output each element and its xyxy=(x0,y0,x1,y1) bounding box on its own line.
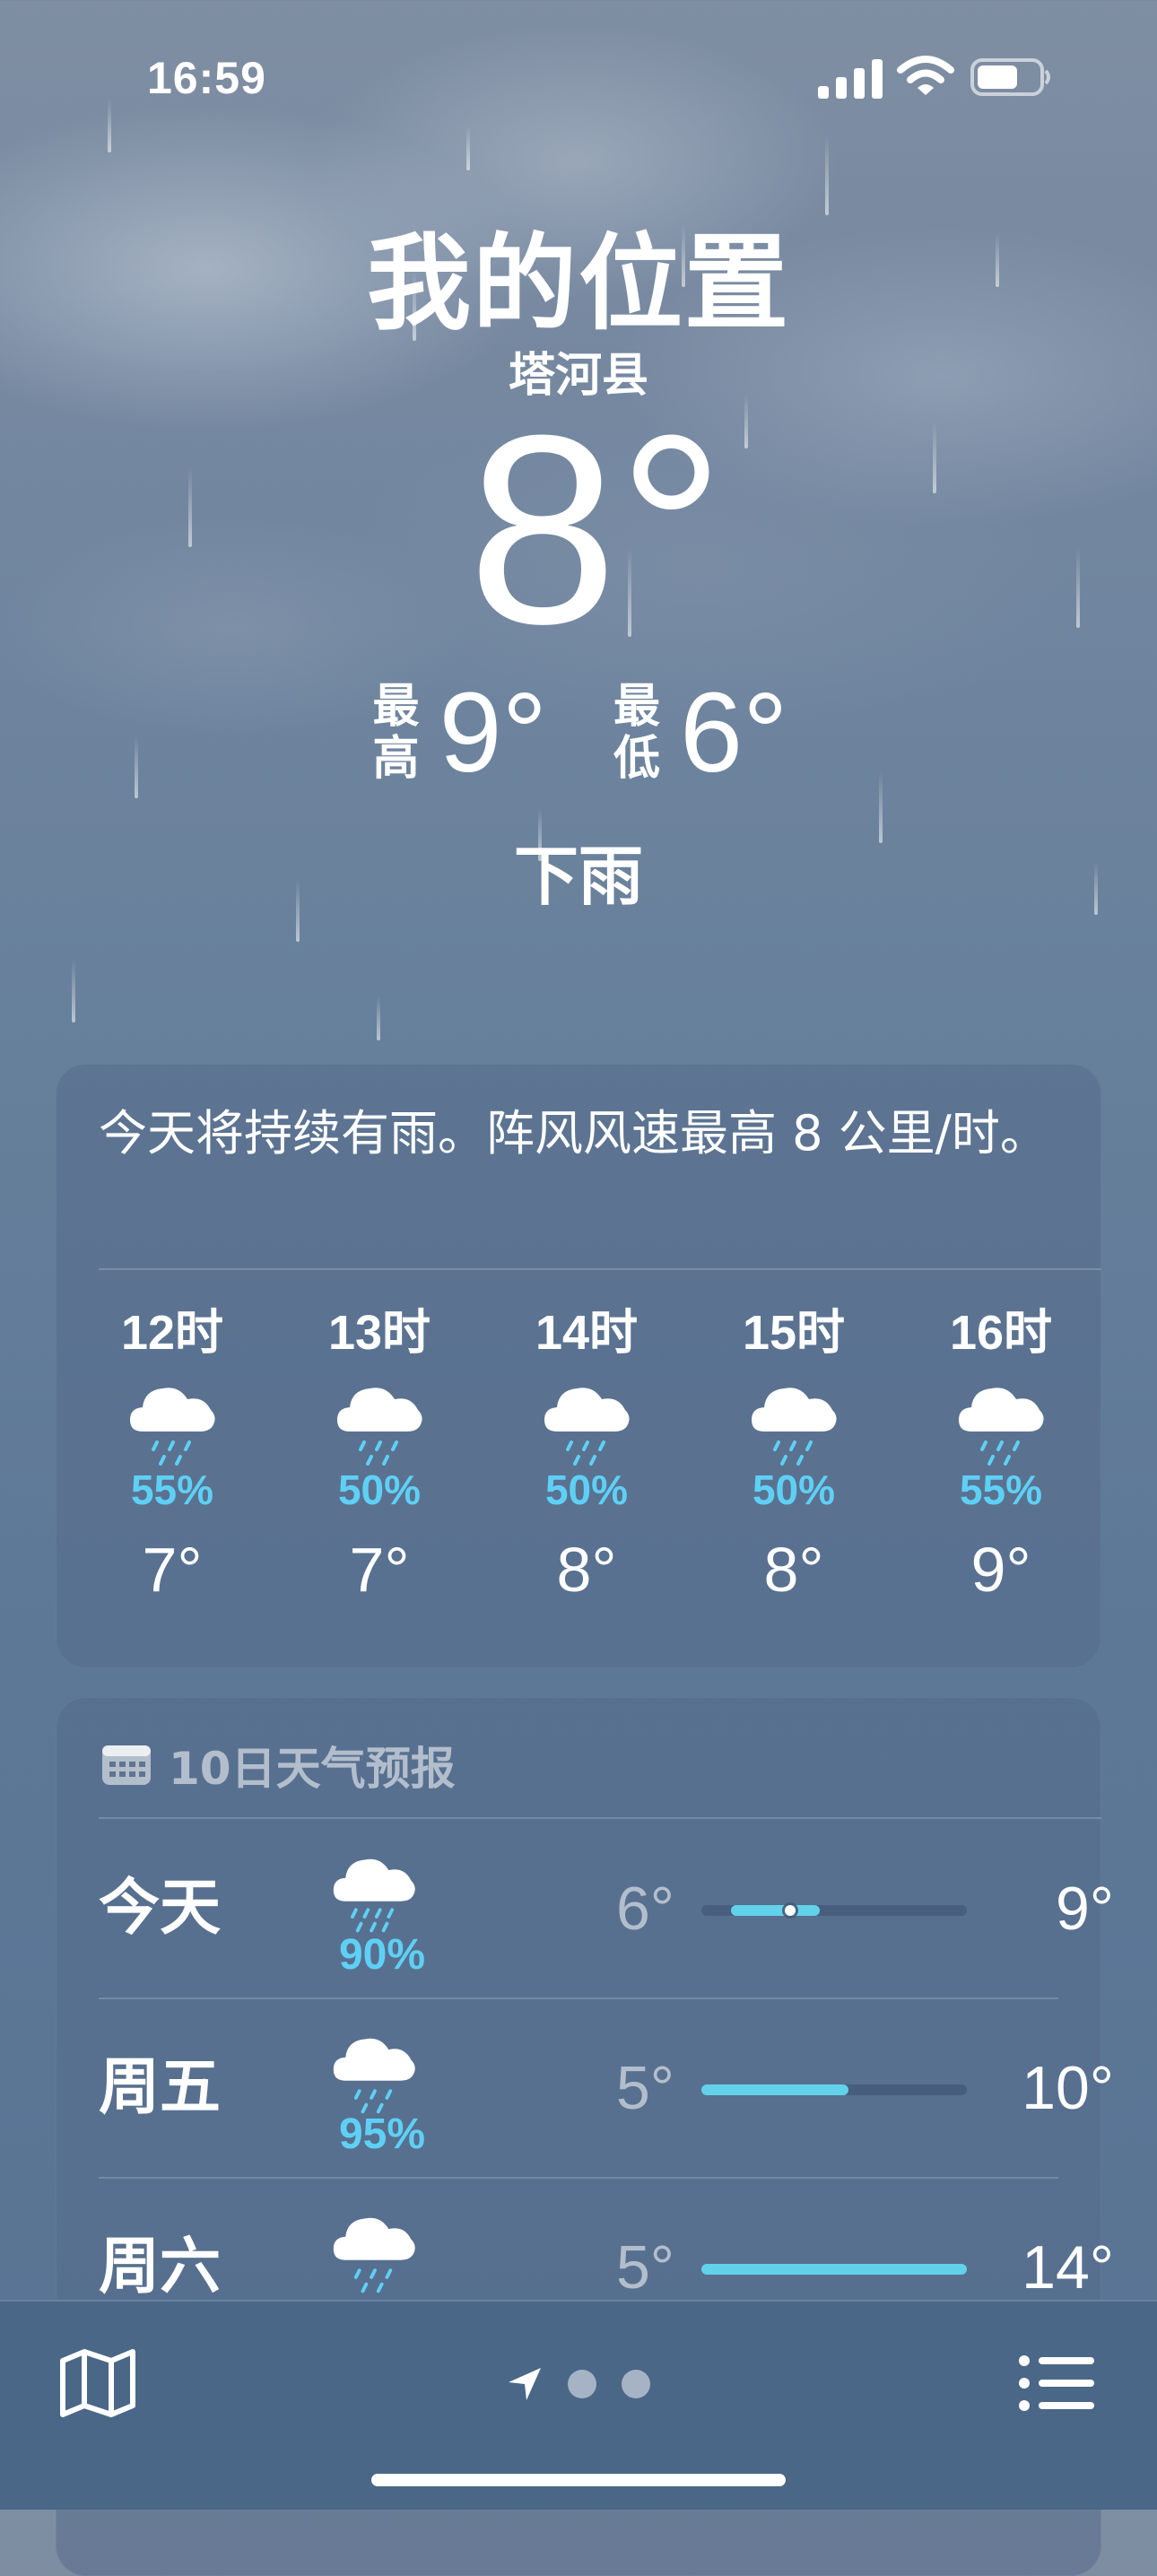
cellular-signal-icon xyxy=(818,57,883,99)
low-label: 最低 xyxy=(613,680,660,786)
low-value: 6° xyxy=(680,669,788,796)
high-value: 9° xyxy=(439,669,547,796)
temperature-range-fill xyxy=(701,2084,849,2095)
rain-cloud-icon xyxy=(337,1388,422,1466)
daily-row[interactable]: 今天 90% 6° 9° xyxy=(56,1819,1114,1999)
hour-column: 12时 55% 7° xyxy=(83,1299,262,1606)
hour-precip-chance: 50% xyxy=(544,1466,629,1513)
day-high-temp: 9° xyxy=(1055,1875,1114,1943)
high-label: 最高 xyxy=(372,680,420,786)
hourly-row[interactable]: 12时 55% 7° 13时 50% 7° 14时 50% 8° 15时 50% 8° 16时 55% 9° xyxy=(56,1299,1101,1658)
list-icon[interactable] xyxy=(1017,2352,1096,2415)
daily-forecast-title: 10日天气预报 xyxy=(169,1743,456,1795)
daily-forecast-header: 10日天气预报 xyxy=(100,1729,456,1801)
weather-condition: 下雨 xyxy=(513,839,643,914)
hour-label: 15时 xyxy=(742,1306,846,1360)
hour-label: 16时 xyxy=(949,1306,1053,1360)
page-indicator[interactable] xyxy=(0,2357,1157,2411)
hour-label: 14时 xyxy=(535,1306,639,1360)
rain-cloud-icon xyxy=(752,1388,837,1466)
hour-temperature: 7° xyxy=(142,1535,203,1605)
calendar-icon xyxy=(102,1745,151,1785)
location-arrow-icon[interactable] xyxy=(507,2366,543,2402)
hour-precip-chance: 50% xyxy=(337,1466,422,1513)
rain-cloud-icon xyxy=(959,1388,1044,1466)
status-time: 16:59 xyxy=(147,53,266,103)
hour-temperature: 8° xyxy=(763,1535,824,1605)
battery-icon xyxy=(970,58,1050,96)
hour-column: 13时 50% 7° xyxy=(290,1299,469,1606)
day-precip-chance: 90% xyxy=(338,1931,426,1979)
day-name: 今天 xyxy=(99,1873,222,1944)
rain-cloud-icon xyxy=(544,1388,630,1466)
day-high-temp: 10° xyxy=(1022,2054,1114,2122)
day-low-temp: 5° xyxy=(615,2054,674,2122)
hour-column: 14时 50% 8° xyxy=(497,1299,676,1606)
hour-precip-chance: 50% xyxy=(752,1466,836,1513)
location-title: 我的位置 xyxy=(367,223,790,344)
high-low-temperatures: 最高 9° 最低 6° xyxy=(0,674,1157,791)
hour-temperature: 8° xyxy=(556,1535,617,1605)
low-temp-group: 最低 6° xyxy=(610,674,787,791)
hour-precip-chance: 55% xyxy=(959,1466,1043,1513)
day-name: 周五 xyxy=(99,2052,222,2123)
current-temp-dot xyxy=(784,1905,796,1916)
day-low-temp: 6° xyxy=(615,1875,674,1943)
hour-column: 15时 50% 8° xyxy=(704,1299,883,1606)
hour-temperature: 7° xyxy=(349,1535,410,1605)
temperature-range-fill xyxy=(730,1905,820,1916)
status-bar: 16:59 xyxy=(0,0,1157,135)
hourly-summary: 今天将持续有雨。阵风风速最高 8 公里/时。 xyxy=(99,1105,1048,1162)
day-precip-chance: 95% xyxy=(338,2110,426,2158)
rain-cloud-icon xyxy=(333,2217,415,2293)
hour-column: 16时 55% 9° xyxy=(911,1299,1091,1606)
temperature-range-bar xyxy=(701,2084,967,2095)
hour-label: 12时 xyxy=(120,1306,224,1360)
hour-temperature: 9° xyxy=(970,1535,1031,1605)
card-divider xyxy=(99,1268,1101,1270)
temperature-range-fill xyxy=(701,2264,967,2275)
page-dot[interactable] xyxy=(622,2370,650,2398)
hour-label: 13时 xyxy=(327,1306,431,1360)
rain-cloud-icon xyxy=(130,1388,215,1466)
temperature-range-bar xyxy=(701,1905,967,1916)
daily-row[interactable]: 周五 95% 5° 10° xyxy=(56,1998,1114,2179)
high-temp-group: 最高 9° xyxy=(370,674,547,791)
hourly-forecast-card[interactable]: 今天将持续有雨。阵风风速最高 8 公里/时。 12时 55% 7° 13时 50% 7° 1… xyxy=(56,1064,1101,1668)
heavy-rain-cloud-icon xyxy=(333,1858,415,1933)
hour-precip-chance: 55% xyxy=(130,1466,214,1513)
current-temperature: 8° xyxy=(467,379,726,680)
home-indicator[interactable] xyxy=(371,2474,786,2486)
temperature-range-bar xyxy=(701,2264,967,2275)
rain-cloud-icon xyxy=(333,2038,415,2114)
page-dot[interactable] xyxy=(568,2370,596,2398)
wifi-icon xyxy=(897,56,954,95)
